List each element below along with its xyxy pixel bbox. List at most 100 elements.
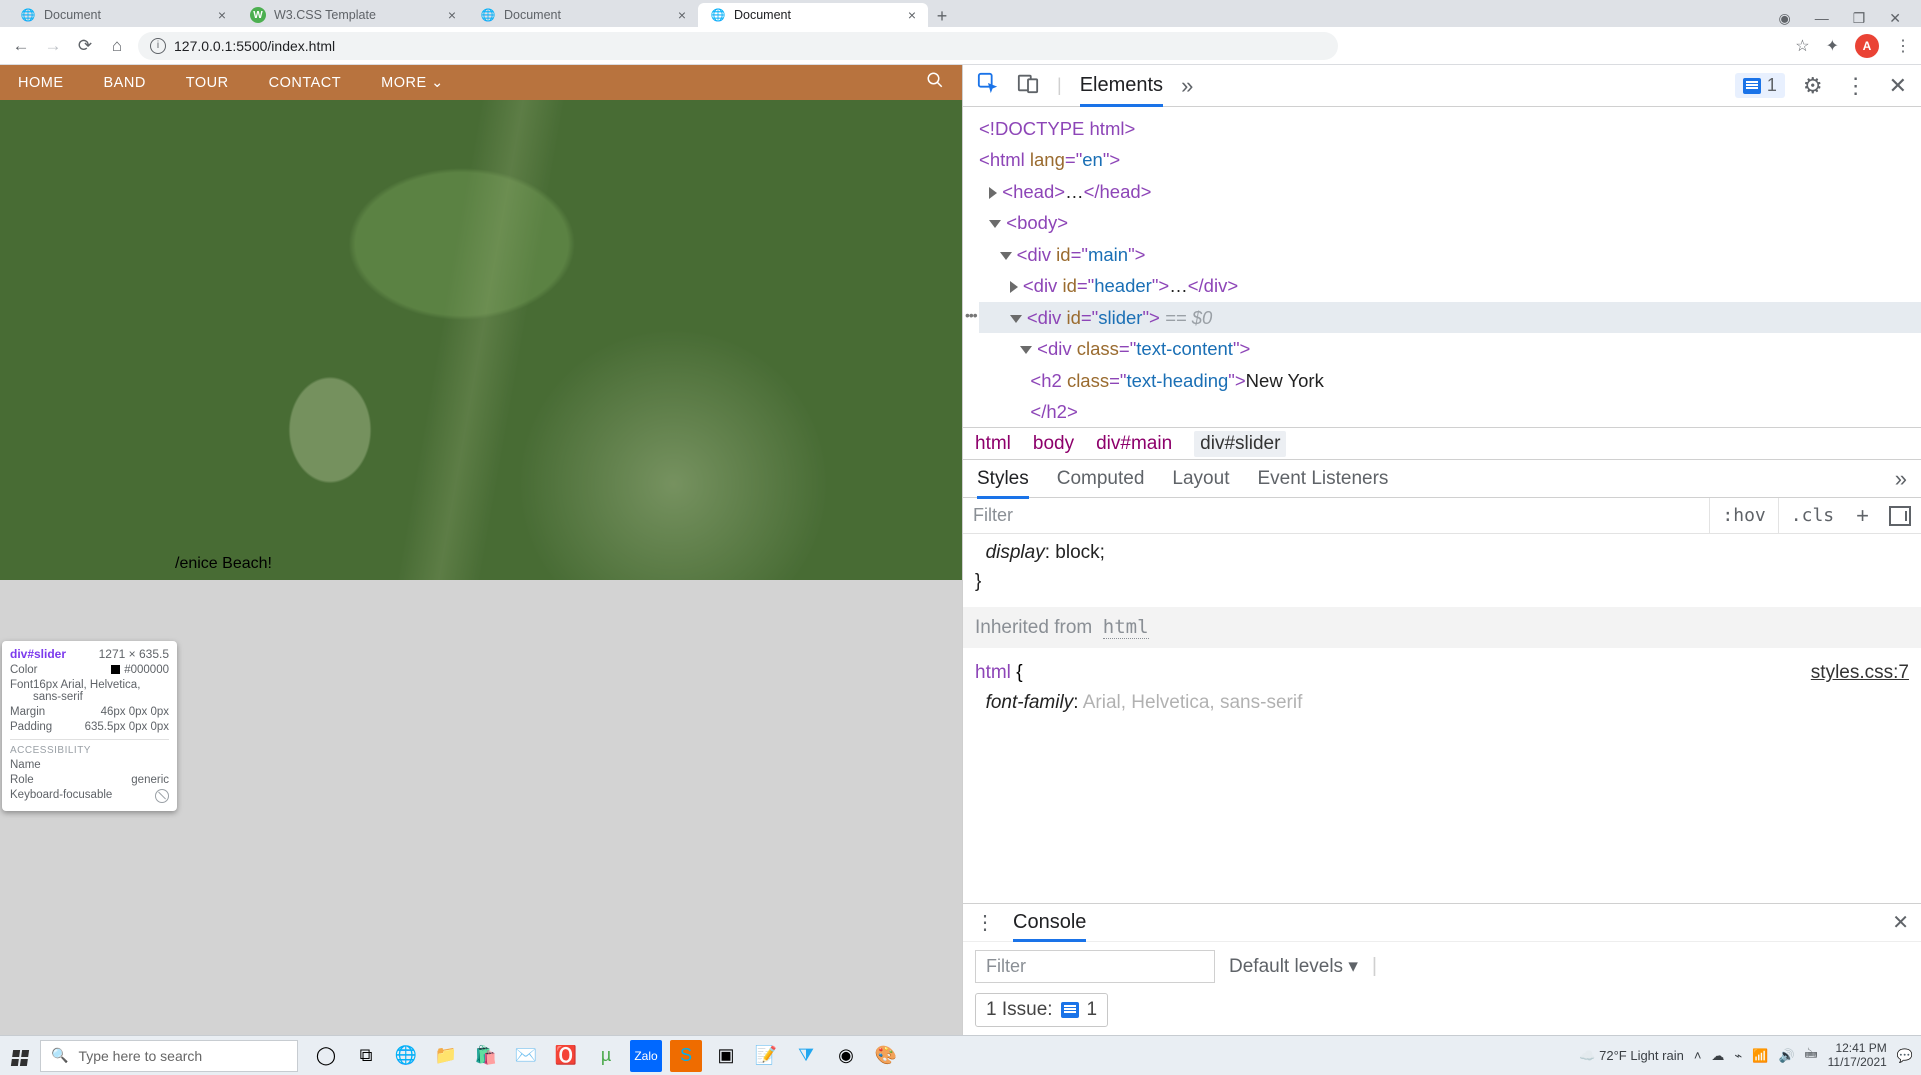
close-icon[interactable]: × [448, 7, 456, 23]
workspace: HOME BAND TOUR CONTACT MORE ⌄ /enice Bea… [0, 65, 1921, 1035]
close-console-icon[interactable]: ✕ [1892, 910, 1909, 935]
system-clock[interactable]: 12:41 PM 11/17/2021 [1828, 1042, 1887, 1070]
bluetooth-icon[interactable]: ⌁ [1734, 1048, 1742, 1064]
close-icon[interactable]: × [908, 7, 916, 23]
tab-title: Document [504, 8, 561, 22]
new-tab-button[interactable]: + [928, 6, 956, 27]
close-window-icon[interactable]: ✕ [1889, 10, 1901, 27]
hov-toggle[interactable]: :hov [1709, 498, 1777, 533]
issues-badge[interactable]: 1 [1735, 73, 1785, 98]
language-icon[interactable]: 🖮 [1805, 1045, 1818, 1067]
crumb-slider[interactable]: div#slider [1194, 431, 1286, 457]
styles-filter-input[interactable] [963, 505, 1709, 526]
tooltip-dimensions: 1271 × 635.5 [99, 647, 169, 661]
close-devtools-icon[interactable]: ✕ [1889, 73, 1907, 99]
devtools-toolbar: | Elements » 1 ⚙ ⋮ ✕ [963, 65, 1921, 107]
address-bar[interactable]: i 127.0.0.1:5500/index.html [138, 32, 1338, 60]
crumb-body[interactable]: body [1033, 433, 1074, 455]
reload-button[interactable]: ⟳ [74, 36, 96, 56]
browser-tab-2[interactable]: W W3.CSS Template × [238, 3, 468, 27]
mail-icon[interactable]: ✉️ [510, 1040, 542, 1072]
record-icon[interactable]: ◉ [1778, 10, 1790, 27]
stylesheet-link[interactable]: styles.css:7 [1811, 658, 1909, 687]
tooltip-margin-value: 46px 0px 0px [101, 706, 169, 718]
close-icon[interactable]: × [218, 7, 226, 23]
store-icon[interactable]: 🛍️ [470, 1040, 502, 1072]
profile-avatar[interactable]: A [1855, 34, 1879, 58]
notion-icon[interactable]: ▣ [710, 1040, 742, 1072]
utorrent-icon[interactable]: µ [590, 1040, 622, 1072]
console-drawer-header: ⋮ Console ✕ [963, 903, 1921, 941]
crumb-main[interactable]: div#main [1096, 433, 1172, 455]
back-button[interactable]: ← [10, 36, 32, 56]
minimize-icon[interactable]: — [1815, 10, 1829, 27]
chrome-icon[interactable]: ◉ [830, 1040, 862, 1072]
log-levels-dropdown[interactable]: Default levels ▾ [1229, 955, 1358, 978]
more-subtabs-icon[interactable]: » [1895, 466, 1907, 492]
dom-breadcrumbs: html body div#main div#slider [963, 427, 1921, 460]
dom-selected-node[interactable]: <div id="slider"> == $0 [979, 302, 1921, 333]
browser-tab-3[interactable]: 🌐 Document × [468, 3, 698, 27]
forward-button[interactable]: → [42, 36, 64, 56]
start-button[interactable] [0, 1045, 40, 1067]
weather-widget[interactable]: ☁️ 72°F Light rain [1579, 1048, 1684, 1064]
tooltip-padding-value: 635.5px 0px 0px [85, 721, 169, 733]
styles-filter-bar: :hov .cls + [963, 498, 1921, 534]
inherited-from-value[interactable]: html [1103, 616, 1149, 639]
search-icon[interactable] [926, 71, 944, 94]
globe-icon: 🌐 [710, 7, 726, 23]
settings-gear-icon[interactable]: ⚙ [1803, 73, 1823, 99]
paint-icon[interactable]: 🎨 [870, 1040, 902, 1072]
volume-icon[interactable]: 🔊 [1778, 1048, 1794, 1064]
cortana-icon[interactable]: ◯ [310, 1040, 342, 1072]
notifications-icon[interactable]: 💬 [1897, 1048, 1913, 1064]
kebab-menu-icon[interactable]: ⋮ [1895, 36, 1911, 56]
chevron-up-icon[interactable]: ˄ [1694, 1048, 1702, 1063]
skype-icon[interactable]: S [670, 1040, 702, 1072]
bookmark-star-icon[interactable]: ☆ [1795, 36, 1809, 56]
home-button[interactable]: ⌂ [106, 36, 128, 56]
toggle-sidebar-icon[interactable] [1889, 506, 1911, 526]
task-view-icon[interactable]: ⧉ [350, 1040, 382, 1072]
extensions-icon[interactable]: ✦ [1826, 36, 1839, 56]
wifi-icon[interactable]: 📶 [1752, 1048, 1768, 1064]
dom-tree[interactable]: <!DOCTYPE html> <html lang="en"> <head>…… [963, 107, 1921, 427]
kebab-menu-icon[interactable]: ⋮ [1845, 73, 1867, 99]
device-toolbar-icon[interactable] [1017, 72, 1039, 100]
subtab-layout[interactable]: Layout [1172, 468, 1229, 490]
inspect-element-icon[interactable] [977, 72, 999, 100]
browser-tab-1[interactable]: 🌐 Document × [8, 3, 238, 27]
nav-home[interactable]: HOME [18, 75, 64, 91]
tooltip-selector: div#slider [10, 647, 66, 661]
file-explorer-icon[interactable]: 📁 [430, 1040, 462, 1072]
site-info-icon[interactable]: i [150, 38, 166, 54]
browser-tab-4-active[interactable]: 🌐 Document × [698, 3, 928, 27]
onedrive-icon[interactable]: ☁ [1711, 1048, 1724, 1064]
console-filter-input[interactable] [975, 950, 1215, 983]
edge-icon[interactable]: 🌐 [390, 1040, 422, 1072]
console-menu-icon[interactable]: ⋮ [975, 910, 995, 935]
cls-toggle[interactable]: .cls [1778, 498, 1846, 533]
maximize-icon[interactable]: ❐ [1853, 10, 1866, 27]
more-tabs-icon[interactable]: » [1181, 73, 1193, 99]
subtab-styles[interactable]: Styles [977, 468, 1029, 490]
new-style-rule-button[interactable]: + [1846, 503, 1879, 529]
close-icon[interactable]: × [678, 7, 686, 23]
console-issues-button[interactable]: 1 Issue: 1 [975, 993, 1108, 1027]
subtab-event-listeners[interactable]: Event Listeners [1257, 468, 1388, 490]
subtab-computed[interactable]: Computed [1057, 468, 1145, 490]
tab-elements[interactable]: Elements [1080, 74, 1163, 97]
nav-tour[interactable]: TOUR [186, 75, 229, 91]
tab-console[interactable]: Console [1013, 911, 1086, 934]
nav-band[interactable]: BAND [104, 75, 146, 91]
vscode-icon[interactable]: ⧩ [790, 1040, 822, 1072]
taskbar-search[interactable]: 🔍 Type here to search [40, 1040, 298, 1072]
opera-icon[interactable]: 🅾️ [550, 1040, 582, 1072]
nav-more[interactable]: MORE ⌄ [381, 75, 444, 91]
styles-pane[interactable]: display: block; } Inherited from html ht… [963, 534, 1921, 903]
nav-contact[interactable]: CONTACT [269, 75, 342, 91]
notepad-icon[interactable]: 📝 [750, 1040, 782, 1072]
taskbar-search-placeholder: Type here to search [78, 1048, 202, 1064]
zalo-icon[interactable]: Zalo [630, 1040, 662, 1072]
crumb-html[interactable]: html [975, 433, 1011, 455]
